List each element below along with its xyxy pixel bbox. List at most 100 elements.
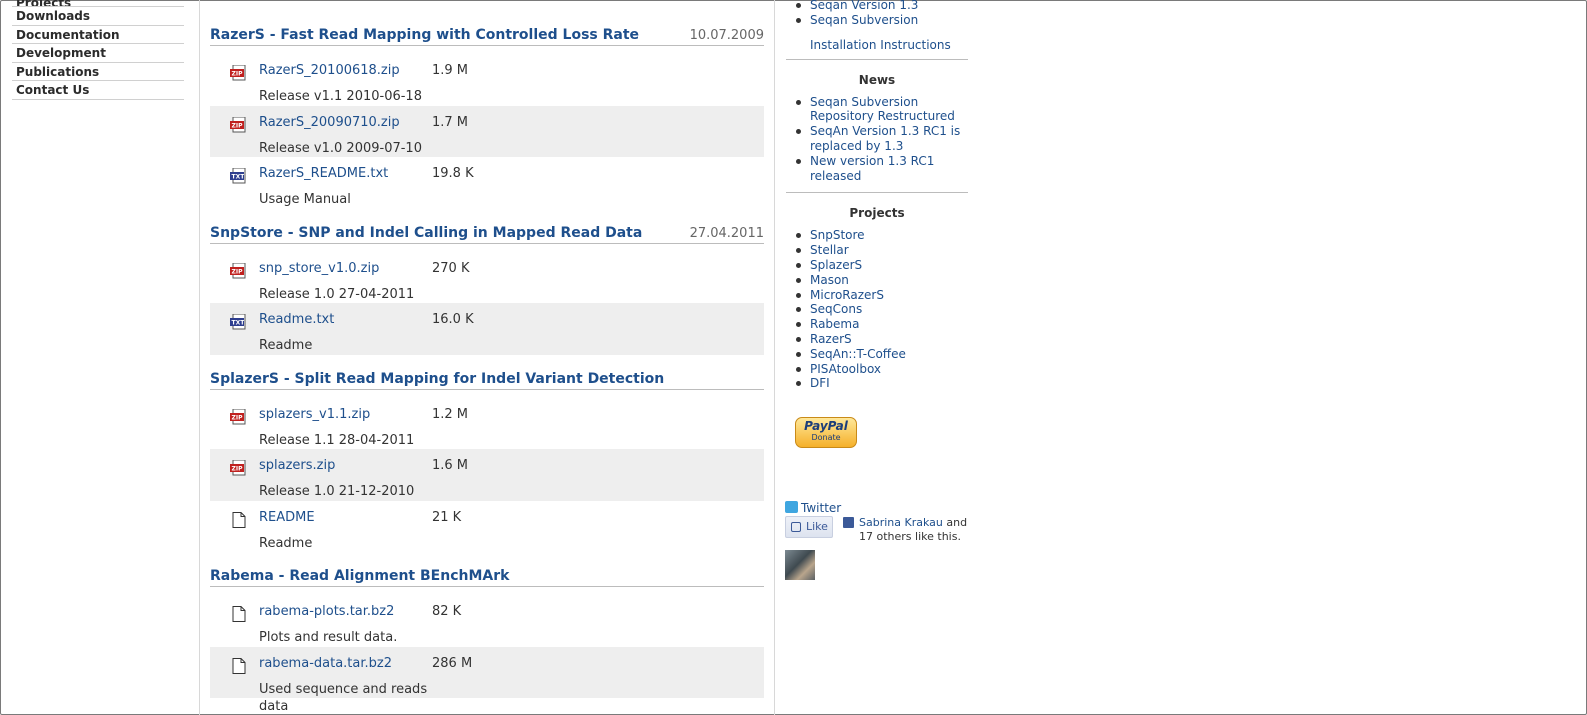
file-size: 270 K: [432, 260, 470, 276]
file-description: Used sequence and reads data: [259, 681, 428, 714]
file-size: 82 K: [432, 604, 462, 619]
file-row: README 21 K Readme: [210, 501, 764, 553]
file-link[interactable]: rabema-plots.tar.bz2: [259, 604, 394, 619]
file-description: Release v1.1 2010-06-18: [259, 89, 422, 104]
section-header: SnpStore - SNP and Indel Calling in Mapp…: [210, 224, 764, 244]
file-link[interactable]: rabema-data.tar.bz2: [259, 656, 392, 671]
file-description: Release v1.0 2009-07-10: [259, 140, 422, 156]
right-column-divider: [774, 0, 775, 715]
text-file-icon: TXT: [230, 167, 248, 184]
document-icon: [230, 511, 248, 528]
file-list: rabema-plots.tar.bz2 82 K Plots and result…: [210, 595, 764, 714]
thumbs-up-icon: [791, 522, 801, 532]
news-heading: News: [858, 72, 896, 87]
section-title[interactable]: RazerS - Fast Read Mapping with Controll…: [210, 27, 639, 43]
download-link-item[interactable]: Seqan Version 1.3: [796, 0, 968, 13]
twitter-icon[interactable]: [785, 501, 798, 513]
file-size: 21 K: [432, 509, 462, 525]
zip-file-icon: ZIP: [230, 459, 248, 476]
download-link-item[interactable]: Seqan Subversion: [796, 13, 968, 28]
cut-off-text: [210, 0, 764, 7]
project-item[interactable]: Mason: [796, 273, 968, 288]
project-item[interactable]: RazerS: [796, 332, 968, 347]
avatar[interactable]: [785, 550, 815, 580]
project-item[interactable]: SnpStore: [796, 228, 968, 243]
section-header: RazerS - Fast Read Mapping with Controll…: [210, 26, 764, 46]
news-item[interactable]: SeqAn Version 1.3 RC1 is replaced by 1.3: [796, 124, 968, 154]
like-label: Like: [806, 520, 828, 533]
nav-item-publications[interactable]: Publications: [12, 63, 184, 81]
zip-file-icon: ZIP: [230, 64, 248, 81]
file-row: rabema-data.tar.bz2 286 M Used sequence an…: [210, 646, 764, 714]
project-item[interactable]: Rabema: [796, 317, 968, 332]
facebook-friend-name[interactable]: Sabrina Krakau: [859, 516, 943, 529]
section-date: 27.04.2011: [689, 225, 764, 241]
file-description: Readme: [259, 338, 313, 353]
paypal-donate-button[interactable]: PayPal Donate: [795, 417, 857, 448]
facebook-like-button[interactable]: Like: [785, 516, 833, 538]
facebook-and: and: [946, 516, 968, 529]
paypal-logo: PayPal: [804, 419, 848, 433]
file-link[interactable]: splazers_v1.1.zip: [259, 407, 370, 422]
nav-item-downloads[interactable]: Downloads: [12, 7, 184, 26]
project-item[interactable]: Stellar: [796, 243, 968, 258]
file-link[interactable]: snp_store_v1.0.zip: [259, 261, 379, 276]
project-item[interactable]: SeqCons: [796, 302, 968, 317]
file-size: 16.0 K: [432, 312, 474, 327]
file-size: 286 M: [432, 655, 473, 671]
file-link[interactable]: RazerS_README.txt: [259, 166, 388, 181]
project-item[interactable]: SplazerS: [796, 258, 968, 273]
file-list: ZIP RazerS_20100618.zip 1.9 M Release v1.1 …: [210, 54, 764, 209]
project-item[interactable]: DFI: [796, 376, 968, 391]
installation-instructions-link[interactable]: Installation Instructions: [786, 38, 968, 52]
file-row: ZIP splazers_v1.1.zip 1.2 M Release 1.1 28-…: [210, 398, 764, 450]
file-row: TXT Readme.txt 16.0 K Readme: [210, 303, 764, 355]
file-description: Readme: [259, 535, 313, 551]
svg-text:TXT: TXT: [232, 174, 246, 181]
svg-text:ZIP: ZIP: [232, 268, 244, 275]
file-row: rabema-plots.tar.bz2 82 K Plots and result…: [210, 595, 764, 647]
file-link[interactable]: splazers.zip: [259, 458, 335, 473]
svg-text:ZIP: ZIP: [232, 71, 244, 78]
download-links-list: Seqan Version 1.3 Seqan Subversion: [786, 0, 968, 28]
nav-item-development[interactable]: Development: [12, 44, 184, 63]
file-description: Release 1.0 27-04-2011: [259, 286, 415, 302]
file-row: ZIP splazers.zip 1.6 M Release 1.0 21-12-20…: [210, 449, 764, 501]
zip-file-icon: ZIP: [230, 116, 248, 133]
section-header: Rabema - Read Alignment BEnchMArk: [210, 567, 764, 587]
facebook-like-summary: Sabrina Krakau and 17 others like this.: [859, 516, 969, 544]
downloads-list: RazerS - Fast Read Mapping with Controll…: [210, 0, 764, 714]
project-item[interactable]: MicroRazerS: [796, 288, 968, 303]
section-title[interactable]: SnpStore - SNP and Indel Calling in Mapp…: [210, 225, 642, 241]
project-item[interactable]: PISAtoolbox: [796, 362, 968, 377]
nav-item-contact-us[interactable]: Contact Us: [12, 81, 184, 100]
nav-item-documentation[interactable]: Documentation: [12, 26, 184, 44]
zip-file-icon: ZIP: [230, 408, 248, 425]
section-title[interactable]: SplazerS - Split Read Mapping for Indel …: [210, 371, 664, 387]
file-link[interactable]: RazerS_20100618.zip: [259, 63, 400, 78]
file-list: ZIP snp_store_v1.0.zip 270 K Release 1.0 27…: [210, 252, 764, 355]
news-item[interactable]: New version 1.3 RC1 released: [796, 154, 968, 184]
donate-label: Donate: [811, 433, 841, 442]
document-icon: [230, 606, 248, 622]
file-size: 1.2 M: [432, 406, 469, 422]
left-navigation: Projects Downloads Documentation Developmen…: [12, 0, 184, 100]
section-title[interactable]: Rabema - Read Alignment BEnchMArk: [210, 568, 509, 584]
text-file-icon: TXT: [230, 313, 248, 330]
news-list: Seqan Subversion Repository Restructured…: [786, 95, 968, 184]
project-item[interactable]: SeqAn::T-Coffee: [796, 347, 968, 362]
svg-text:TXT: TXT: [232, 320, 246, 327]
file-link[interactable]: RazerS_20090710.zip: [259, 115, 400, 130]
file-link[interactable]: Readme.txt: [259, 312, 334, 327]
file-size: 19.8 K: [432, 166, 474, 181]
file-row: ZIP RazerS_20100618.zip 1.9 M Release v1.1 …: [210, 54, 764, 106]
sidebar-divider: [786, 192, 968, 194]
file-size: 1.7 M: [432, 114, 469, 130]
file-link[interactable]: README: [259, 510, 315, 525]
twitter-link[interactable]: Twitter: [801, 501, 841, 515]
news-item[interactable]: Seqan Subversion Repository Restructured: [796, 95, 968, 125]
section-header: SplazerS - Split Read Mapping for Indel …: [210, 370, 764, 390]
file-description: Release 1.1 28-04-2011: [259, 432, 415, 448]
svg-text:ZIP: ZIP: [232, 414, 244, 421]
nav-item-projects[interactable]: Projects: [12, 0, 184, 7]
